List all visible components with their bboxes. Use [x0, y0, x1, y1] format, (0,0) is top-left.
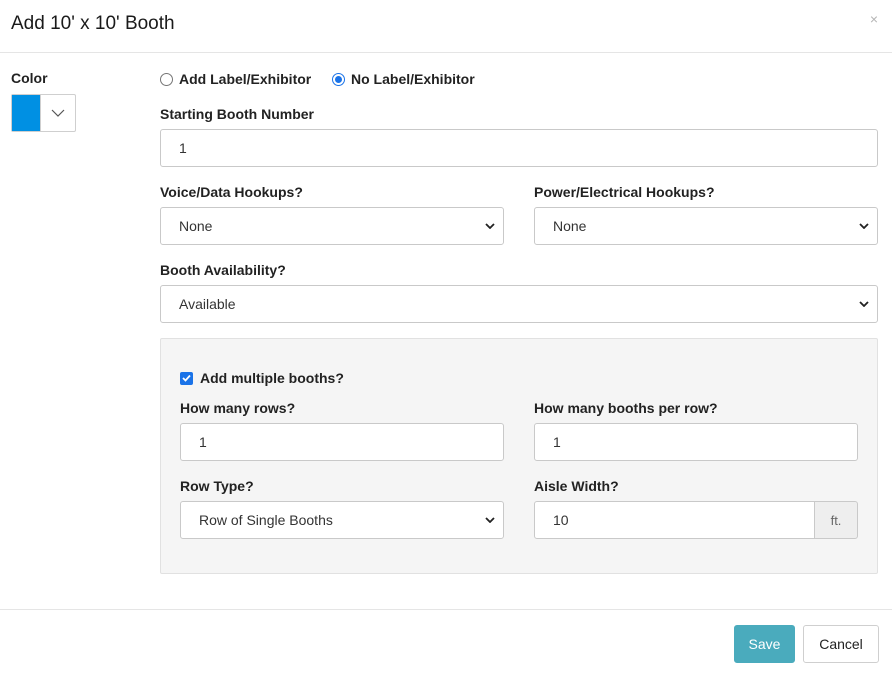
input-value: 1 — [179, 140, 187, 156]
add-multiple-checkbox[interactable]: Add multiple booths? — [180, 370, 344, 386]
chevron-down-icon — [859, 301, 869, 307]
save-button[interactable]: Save — [734, 625, 795, 663]
checkbox-label: Add multiple booths? — [200, 370, 344, 386]
power-select[interactable]: None — [534, 207, 878, 245]
modal-header: Add 10' x 10' Booth × — [0, 0, 892, 53]
availability-select[interactable]: Available — [160, 285, 878, 323]
chevron-down-icon — [859, 223, 869, 229]
select-value: None — [179, 218, 213, 234]
modal-title: Add 10' x 10' Booth — [11, 13, 175, 34]
checkmark-icon — [182, 374, 191, 382]
close-icon[interactable]: × — [870, 11, 878, 27]
chevron-down-icon — [485, 517, 495, 523]
chevron-down-icon — [485, 223, 495, 229]
select-value: Row of Single Booths — [199, 512, 333, 528]
voice-data-select[interactable]: None — [160, 207, 504, 245]
color-label: Color — [11, 70, 48, 86]
select-value: Available — [179, 296, 236, 312]
per-row-input[interactable]: 1 — [534, 423, 858, 461]
rows-input[interactable]: 1 — [180, 423, 504, 461]
radio-add-label[interactable]: Add Label/Exhibitor — [160, 71, 311, 87]
voice-data-label: Voice/Data Hookups? — [160, 184, 303, 200]
cancel-button[interactable]: Cancel — [803, 625, 879, 663]
aisle-width-input[interactable]: 10 — [534, 501, 815, 539]
radio-label: Add Label/Exhibitor — [179, 71, 312, 87]
radio-button[interactable] — [160, 72, 173, 86]
radio-label: No Label/Exhibitor — [351, 71, 475, 87]
aisle-unit-addon: ft. — [814, 501, 858, 539]
chevron-down-icon — [51, 109, 65, 117]
starting-booth-label: Starting Booth Number — [160, 106, 314, 122]
color-dropdown-toggle[interactable] — [40, 95, 75, 131]
row-type-select[interactable]: Row of Single Booths — [180, 501, 504, 539]
availability-label: Booth Availability? — [160, 262, 286, 278]
radio-no-label[interactable]: No Label/Exhibitor — [332, 71, 475, 87]
row-type-label: Row Type? — [180, 478, 254, 494]
radio-button[interactable] — [332, 72, 345, 86]
starting-booth-input[interactable]: 1 — [160, 129, 878, 167]
input-value: 1 — [553, 434, 561, 450]
rows-label: How many rows? — [180, 400, 296, 416]
checkbox[interactable] — [180, 371, 193, 385]
power-label: Power/Electrical Hookups? — [534, 184, 715, 200]
color-picker[interactable] — [11, 94, 76, 132]
select-value: None — [553, 218, 587, 234]
aisle-width-label: Aisle Width? — [534, 478, 619, 494]
input-value: 10 — [553, 512, 569, 528]
color-swatch[interactable] — [12, 95, 40, 131]
per-row-label: How many booths per row? — [534, 400, 718, 416]
input-value: 1 — [199, 434, 207, 450]
